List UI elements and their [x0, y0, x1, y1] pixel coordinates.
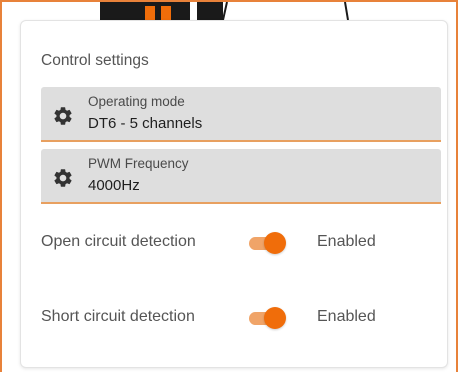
control-settings-card: Control settings Operating mode DT6 - 5 … [20, 20, 448, 368]
gear-icon [54, 107, 72, 125]
operating-mode-label: Operating mode [88, 94, 185, 109]
open-circuit-label: Open circuit detection [41, 233, 196, 250]
open-circuit-status: Enabled [317, 233, 376, 250]
header-image-fragment [100, 2, 349, 20]
pwm-frequency-value: 4000Hz [88, 177, 140, 194]
toggle-thumb [264, 232, 286, 254]
card-title: Control settings [41, 52, 149, 69]
pwm-frequency-select[interactable]: PWM Frequency 4000Hz [41, 149, 441, 204]
operating-mode-value: DT6 - 5 channels [88, 115, 203, 132]
short-circuit-status: Enabled [317, 308, 376, 325]
short-circuit-label: Short circuit detection [41, 308, 195, 325]
toggle-thumb [264, 307, 286, 329]
operating-mode-select[interactable]: Operating mode DT6 - 5 channels [41, 87, 441, 142]
open-circuit-toggle[interactable] [246, 232, 286, 254]
gear-icon [54, 169, 72, 187]
pwm-frequency-label: PWM Frequency [88, 156, 189, 171]
short-circuit-toggle[interactable] [246, 307, 286, 329]
